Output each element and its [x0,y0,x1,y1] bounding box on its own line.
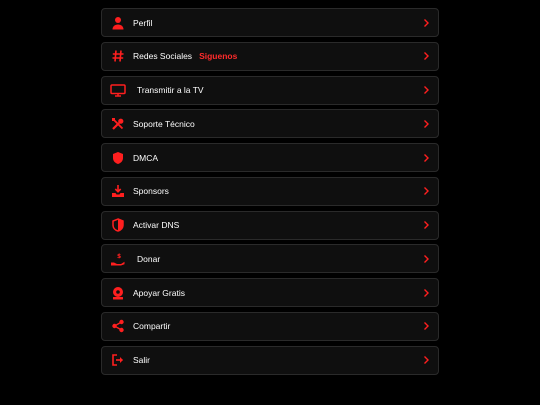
menu-item-label: Activar DNS [133,220,180,230]
chevron-right-icon [423,322,430,331]
menu-item-label: Compartir [133,321,171,332]
chevron-right-icon [423,356,430,365]
chevron-right-icon [423,288,430,297]
menu-item-donar[interactable]: $ Donar [101,244,439,274]
download-tray-icon [111,184,125,198]
menu-item-label: Perfil [133,17,153,28]
badge-icon [111,286,125,300]
tv-icon [110,83,126,97]
menu-item-label: Transmitir a la TV [137,85,204,95]
chevron-right-icon [423,254,430,263]
menu-item-label: Sponsors [133,186,169,197]
menu-item-perfil[interactable]: Perfil [101,8,439,37]
menu-item-label: Soporte Técnico [133,118,195,129]
menu-item-activar-dns[interactable]: Activar DNS [101,210,439,240]
menu-item-label: Donar [137,253,161,264]
menu-item-transmitir-tv[interactable]: Transmitir a la TV [101,75,439,105]
menu-item-salir[interactable]: Salir [101,345,439,375]
menu-item-dmca[interactable]: DMCA [101,143,439,172]
menu-item-soporte-tecnico[interactable]: Soporte Técnico [101,109,439,139]
tools-icon [111,117,125,131]
settings-menu: Perfil Redes Sociales Siguenos Transmiti… [101,8,439,379]
menu-item-label: Salir [133,355,151,365]
menu-item-redes-sociales[interactable]: Redes Sociales Siguenos [101,41,439,71]
menu-item-label: DMCA [133,152,159,163]
follow-us-link[interactable]: Siguenos [199,51,237,61]
chevron-right-icon [423,221,430,230]
share-icon [111,319,125,333]
hand-coin-icon: $ [110,252,126,266]
chevron-right-icon [423,86,430,95]
menu-item-compartir[interactable]: Compartir [101,311,439,341]
hash-icon [111,49,125,63]
user-icon [111,16,125,30]
menu-item-label: Redes Sociales [133,51,193,62]
chevron-right-icon [423,153,430,162]
chevron-right-icon [423,187,430,196]
shield-half-icon [111,218,125,232]
menu-item-label: Apoyar Gratis [133,287,185,298]
chevron-right-icon [423,18,430,27]
menu-item-apoyar-gratis[interactable]: Apoyar Gratis [101,278,439,307]
logout-icon [111,353,125,367]
menu-item-sponsors[interactable]: Sponsors [101,176,439,206]
shield-icon [111,151,125,165]
chevron-right-icon [423,119,430,128]
chevron-right-icon [423,52,430,61]
svg-text:$: $ [117,253,121,260]
